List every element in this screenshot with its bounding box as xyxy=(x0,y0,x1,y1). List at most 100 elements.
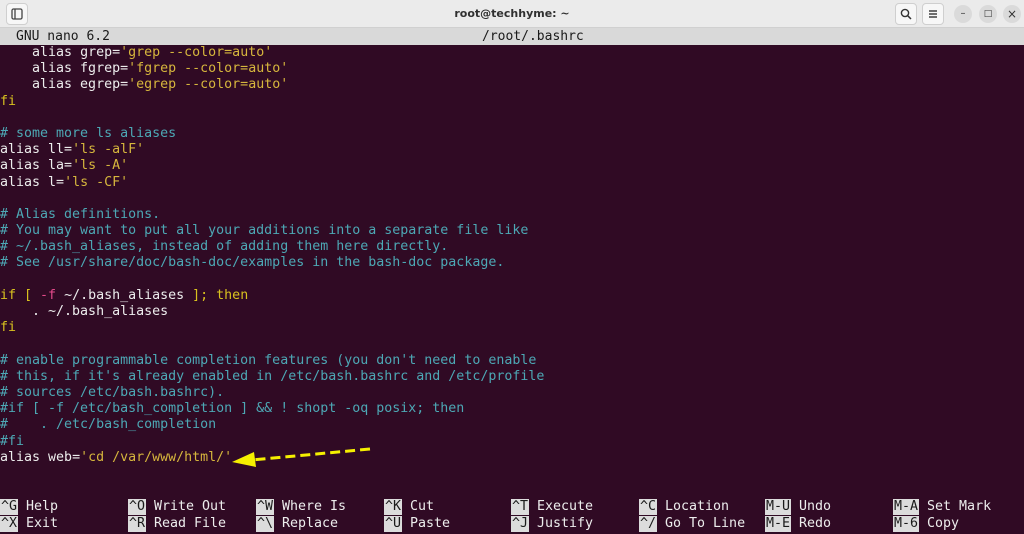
maximize-icon: □ xyxy=(983,8,993,19)
editor-line: #fi xyxy=(0,434,1024,450)
shortcut-write-out[interactable]: ^O Write Out xyxy=(128,499,227,516)
shortcut-label: Cut xyxy=(410,499,435,514)
code-token: #fi xyxy=(0,433,25,449)
shortcut-copy[interactable]: M-6 Copy xyxy=(893,515,960,532)
shortcut-key: ^/ xyxy=(639,515,658,532)
shortcut-key: ^W xyxy=(256,499,275,516)
code-token: 'grep --color=auto' xyxy=(120,45,273,60)
shortcut-key: M-E xyxy=(765,515,792,532)
editor-line: # Alias definitions. xyxy=(0,207,1024,223)
maximize-button[interactable]: □ xyxy=(979,5,997,23)
shortcut-key: ^G xyxy=(0,499,19,516)
search-button[interactable] xyxy=(895,3,917,25)
code-token: # some more ls aliases xyxy=(0,125,177,141)
shortcut-redo[interactable]: M-E Redo xyxy=(765,515,832,532)
editor-line: alias l='ls -CF' xyxy=(0,175,1024,191)
shortcut-label: Go To Line xyxy=(665,515,746,531)
shortcut-key: M-A xyxy=(893,499,920,516)
shortcut-exit[interactable]: ^X Exit xyxy=(0,515,59,532)
search-icon xyxy=(900,8,912,20)
code-token: [ xyxy=(16,287,41,303)
shortcut-replace[interactable]: ^\ Replace xyxy=(256,515,339,532)
shortcut-set-mark[interactable]: M-A Set Mark xyxy=(893,499,992,516)
code-token: grep xyxy=(80,45,113,60)
editor-line: alias grep='grep --color=auto' xyxy=(0,45,1024,61)
code-token: 'ls -CF' xyxy=(64,174,129,190)
shortcut-help[interactable]: ^G Help xyxy=(0,499,59,516)
shortcut-label: Paste xyxy=(410,515,451,531)
minimize-button[interactable]: – xyxy=(954,5,972,23)
close-icon: × xyxy=(1006,7,1018,21)
code-token: # ~/.bash_aliases, instead of adding the… xyxy=(0,239,449,255)
shortcut-label: Help xyxy=(26,499,59,514)
editor-line: # You may want to put all your additions… xyxy=(0,223,1024,239)
code-token: # sources /etc/bash.bashrc). xyxy=(0,384,225,400)
shortcut-key: ^K xyxy=(384,499,403,516)
code-token: = xyxy=(112,45,121,60)
code-token: alias egrep xyxy=(0,77,121,93)
code-token: # You may want to put all your additions… xyxy=(0,223,529,239)
code-token: ]; then xyxy=(192,287,249,303)
editor-line: #if [ -f /etc/bash_completion ] && ! sho… xyxy=(0,401,1024,417)
annotation-arrow-icon xyxy=(232,447,371,467)
shortcut-key: ^T xyxy=(511,499,530,516)
shortcut-label: Location xyxy=(665,499,730,514)
code-token: alias ll xyxy=(0,142,65,158)
shortcut-key: ^J xyxy=(511,515,530,532)
shortcut-key: ^X xyxy=(0,515,19,532)
shortcut-location[interactable]: ^C Location xyxy=(639,499,730,516)
menu-button[interactable] xyxy=(922,3,944,25)
shortcut-label: Write Out xyxy=(154,499,227,514)
editor-line: # sources /etc/bash.bashrc). xyxy=(0,385,1024,401)
shortcut-label: Copy xyxy=(927,515,960,531)
shortcut-label: Set Mark xyxy=(927,499,992,514)
shortcut-where-is[interactable]: ^W Where Is xyxy=(256,499,346,516)
shortcut-label: Replace xyxy=(282,515,339,531)
editor-line: # See /usr/share/doc/bash-doc/examples i… xyxy=(0,255,1024,271)
code-token: 'cd /var/www/html/' xyxy=(80,449,233,465)
code-token: # this, if it's already enabled in /etc/… xyxy=(0,368,545,384)
code-token: . ~/.bash_aliases xyxy=(0,304,169,319)
shortcut-justify[interactable]: ^J Justify xyxy=(511,515,594,532)
editor-line: fi xyxy=(0,320,1024,336)
shortcut-cut[interactable]: ^K Cut xyxy=(384,499,435,516)
code-token: ~/.bash_aliases xyxy=(56,287,193,303)
editor-line: # . /etc/bash_completion xyxy=(0,417,1024,433)
editor-line: # enable programmable completion feature… xyxy=(0,353,1024,369)
editor-line: # this, if it's already enabled in /etc/… xyxy=(0,369,1024,385)
editor-buffer[interactable]: alias grep='grep --color=auto' alias fgr… xyxy=(0,45,1024,466)
shortcut-undo[interactable]: M-U Undo xyxy=(765,499,831,516)
code-token: if xyxy=(0,287,17,303)
editor-line: # some more ls aliases xyxy=(0,126,1024,142)
code-token: = xyxy=(64,142,73,158)
shortcut-label: Redo xyxy=(799,515,832,531)
code-token: # Alias definitions. xyxy=(0,206,161,222)
code-token: = xyxy=(64,158,73,174)
editor-line: . ~/.bash_aliases xyxy=(0,304,1024,320)
shortcut-key: ^R xyxy=(128,515,147,532)
code-token: alias l xyxy=(0,174,57,190)
shortcut-label: Exit xyxy=(26,515,59,531)
code-token: # enable programmable completion feature… xyxy=(0,352,537,368)
editor-line: if [ -f ~/.bash_aliases ]; then xyxy=(0,288,1024,304)
code-token: fi xyxy=(0,320,17,336)
editor-line: # ~/.bash_aliases, instead of adding the… xyxy=(0,239,1024,255)
menu-icon xyxy=(929,10,937,18)
code-token: 'fgrep --color=auto' xyxy=(128,61,289,77)
shortcut-read-file[interactable]: ^R Read File xyxy=(128,515,226,532)
shortcut-paste[interactable]: ^U Paste xyxy=(384,515,451,532)
window-titlebar: root@techhyme: ~ – □ × xyxy=(0,0,1024,28)
code-token: = xyxy=(120,77,129,93)
code-token: #if [ -f /etc/bash_completion ] && ! sho… xyxy=(0,401,465,417)
editor-line: alias ll='ls -alF' xyxy=(0,142,1024,158)
editor-line: alias fgrep='fgrep --color=auto' xyxy=(0,61,1024,77)
shortcut-label: Justify xyxy=(537,515,594,531)
close-button[interactable]: × xyxy=(1003,5,1021,23)
shortcut-go-to-line[interactable]: ^/ Go To Line xyxy=(639,515,746,532)
code-token: # . /etc/bash_completion xyxy=(0,417,217,433)
editor-line: alias la='ls -A' xyxy=(0,158,1024,174)
editor-line: alias web='cd /var/www/html/' xyxy=(0,450,1024,466)
shortcut-execute[interactable]: ^T Execute xyxy=(511,499,593,516)
